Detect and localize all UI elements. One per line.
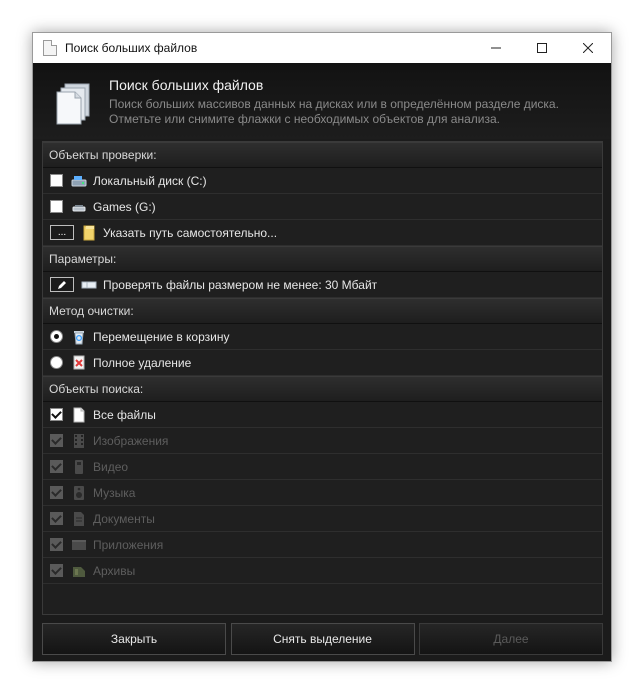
type-all-files-row[interactable]: Все файлы — [43, 402, 602, 428]
type-documents-row: Документы — [43, 506, 602, 532]
section-check-objects: Объекты проверки: — [43, 142, 602, 168]
film-icon — [74, 433, 84, 448]
app-window: Поиск больших файлов Поиск больших файло… — [32, 32, 612, 662]
type-video-label: Видео — [93, 459, 129, 474]
drive-icon — [71, 175, 87, 186]
close-button[interactable] — [565, 33, 611, 63]
close-dialog-button[interactable]: Закрыть — [42, 623, 226, 655]
browse-button[interactable]: ... — [50, 225, 74, 240]
section-cleanup-method: Метод очистки: — [43, 298, 602, 324]
minimize-icon — [491, 47, 501, 49]
button-bar: Закрыть Снять выделение Далее — [42, 623, 603, 655]
document-icon — [74, 511, 84, 526]
type-archives-row: Архивы — [43, 558, 602, 584]
custom-path-label: Указать путь самостоятельно... — [103, 225, 278, 240]
document-icon — [43, 40, 57, 56]
close-icon — [583, 43, 593, 53]
options-panel: Объекты проверки: Локальный диск (C:) Ga… — [42, 141, 603, 615]
drive-c-checkbox[interactable] — [50, 174, 63, 187]
removable-drive-icon — [72, 204, 86, 211]
type-music-row: Музыка — [43, 480, 602, 506]
section-search-objects: Объекты поиска: — [43, 376, 602, 402]
type-music-label: Музыка — [93, 485, 136, 500]
edit-parameter-button[interactable] — [50, 277, 74, 292]
drive-c-label: Локальный диск (C:) — [93, 173, 207, 188]
size-icon — [81, 281, 97, 288]
type-images-checkbox — [50, 434, 63, 447]
method-delete-radio[interactable] — [50, 356, 63, 369]
window-controls — [473, 33, 611, 63]
type-archives-checkbox — [50, 564, 63, 577]
drive-row-c[interactable]: Локальный диск (C:) — [43, 168, 602, 194]
method-recycle-radio[interactable] — [50, 330, 63, 343]
type-images-label: Изображения — [93, 433, 169, 448]
type-applications-label: Приложения — [93, 537, 164, 552]
type-applications-row: Приложения — [43, 532, 602, 558]
type-video-row: Видео — [43, 454, 602, 480]
speaker-icon — [74, 485, 84, 500]
header-description: Поиск больших массивов данных на дисках … — [109, 97, 559, 126]
type-documents-checkbox — [50, 512, 63, 525]
drive-g-checkbox[interactable] — [50, 200, 63, 213]
method-recycle-row[interactable]: Перемещение в корзину — [43, 324, 602, 350]
type-all-files-label: Все файлы — [93, 407, 156, 422]
type-video-checkbox — [50, 460, 63, 473]
type-applications-checkbox — [50, 538, 63, 551]
pencil-icon — [58, 280, 66, 289]
type-music-checkbox — [50, 486, 63, 499]
method-delete-row[interactable]: Полное удаление — [43, 350, 602, 376]
next-button: Далее — [419, 623, 603, 655]
archive-icon — [73, 566, 85, 577]
maximize-button[interactable] — [519, 33, 565, 63]
method-delete-label: Полное удаление — [93, 355, 192, 370]
application-icon — [72, 539, 86, 550]
drive-g-label: Games (G:) — [93, 199, 156, 214]
size-parameter-label: Проверять файлы размером не менее: 30 Мб… — [103, 277, 378, 292]
header-title: Поиск больших файлов — [109, 77, 264, 93]
maximize-icon — [537, 43, 547, 53]
file-icon — [73, 407, 85, 422]
type-archives-label: Архивы — [93, 563, 136, 578]
video-icon — [75, 459, 83, 474]
method-recycle-label: Перемещение в корзину — [93, 329, 230, 344]
folder-icon — [83, 225, 95, 240]
section-parameters: Параметры: — [43, 246, 602, 272]
shred-icon — [73, 355, 85, 369]
recycle-bin-icon — [74, 330, 84, 344]
minimize-button[interactable] — [473, 33, 519, 63]
custom-path-row[interactable]: ... Указать путь самостоятельно... — [43, 220, 602, 246]
type-images-row: Изображения — [43, 428, 602, 454]
header: Поиск больших файлов Поиск больших масси… — [33, 63, 611, 139]
window-body: Поиск больших файлов Поиск больших масси… — [33, 63, 611, 661]
type-all-files-checkbox[interactable] — [50, 408, 63, 421]
size-parameter-row[interactable]: Проверять файлы размером не менее: 30 Мб… — [43, 272, 602, 298]
deselect-button[interactable]: Снять выделение — [230, 623, 415, 655]
title-bar[interactable]: Поиск больших файлов — [33, 33, 611, 63]
drive-row-g[interactable]: Games (G:) — [43, 194, 602, 220]
window-title: Поиск больших файлов — [65, 41, 198, 55]
files-icon — [56, 83, 90, 125]
type-documents-label: Документы — [93, 511, 155, 526]
